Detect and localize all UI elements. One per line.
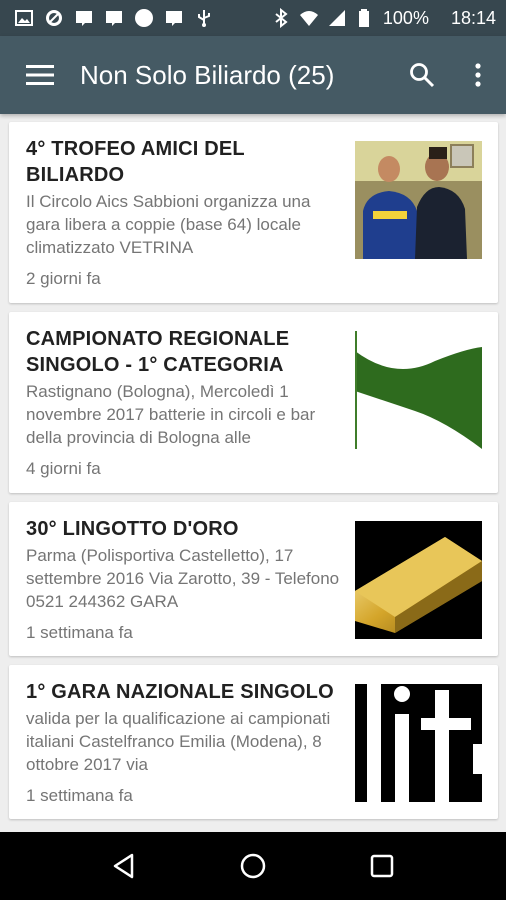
back-button[interactable]	[94, 836, 154, 896]
menu-icon	[26, 65, 54, 85]
search-button[interactable]	[394, 36, 450, 114]
article-time: 2 giorni fa	[26, 269, 101, 288]
article-time: 1 settimana fa	[26, 786, 133, 805]
article-title: CAMPIONATO REGIONALE SINGOLO - 1° CATEGO…	[26, 328, 290, 376]
article-thumbnail	[355, 684, 482, 802]
article-text: 1° GARA NAZIONALE SINGOLO valida per la …	[26, 679, 344, 776]
wifi-icon	[299, 8, 319, 28]
article-time: 4 giorni fa	[26, 459, 101, 478]
image-icon	[14, 8, 34, 28]
back-icon	[114, 853, 134, 879]
overflow-menu-button[interactable]	[450, 36, 506, 114]
article-card[interactable]: 1° GARA NAZIONALE SINGOLO valida per la …	[9, 665, 498, 819]
battery-percent: 100%	[382, 7, 429, 28]
article-text: 4° TROFEO AMICI DEL BILIARDO Il Circolo …	[26, 136, 344, 259]
article-title: 30° LINGOTTO D'ORO	[26, 518, 239, 540]
clock: 18:14	[450, 7, 496, 28]
article-description: Rastignano (Bologna), Mercoledì 1 novemb…	[26, 382, 316, 447]
article-card[interactable]: CAMPIONATO REGIONALE SINGOLO - 1° CATEGO…	[9, 312, 498, 493]
article-title: 1° GARA NAZIONALE SINGOLO	[26, 681, 334, 703]
article-text: CAMPIONATO REGIONALE SINGOLO - 1° CATEGO…	[26, 326, 344, 449]
blocked-icon	[44, 8, 64, 28]
article-time: 1 settimana fa	[26, 623, 133, 642]
message-icon	[74, 8, 94, 28]
page-title: Non Solo Biliardo (25)	[80, 59, 335, 90]
status-system: 100% 18:14	[271, 8, 496, 29]
bluetooth-icon	[271, 8, 291, 28]
article-list[interactable]: 4° TROFEO AMICI DEL BILIARDO Il Circolo …	[0, 114, 506, 832]
article-description: Il Circolo Aics Sabbioni organizza una g…	[26, 192, 311, 257]
recents-icon	[370, 854, 393, 878]
status-bar: 100% 18:14	[0, 0, 506, 36]
home-button[interactable]	[223, 836, 283, 896]
status-notifications	[14, 8, 271, 28]
article-card[interactable]: 4° TROFEO AMICI DEL BILIARDO Il Circolo …	[9, 122, 498, 303]
article-thumbnail	[355, 141, 482, 259]
overflow-icon	[475, 63, 481, 87]
article-title: 4° TROFEO AMICI DEL BILIARDO	[26, 138, 245, 186]
search-icon	[410, 63, 435, 88]
article-description: Parma (Polisportiva Castelletto), 17 set…	[26, 546, 340, 611]
signal-icon	[327, 8, 347, 28]
usb-icon	[194, 8, 214, 28]
circle-icon	[134, 8, 154, 28]
article-thumbnail	[355, 331, 482, 449]
navigation-bar	[0, 832, 506, 900]
article-text: 30° LINGOTTO D'ORO Parma (Polisportiva C…	[26, 516, 344, 613]
recents-button[interactable]	[352, 836, 412, 896]
app-bar: Non Solo Biliardo (25)	[0, 36, 506, 114]
article-thumbnail	[355, 521, 482, 639]
article-description: valida per la qualificazione ai campiona…	[26, 709, 331, 774]
home-icon	[240, 853, 266, 879]
article-card[interactable]: 30° LINGOTTO D'ORO Parma (Polisportiva C…	[9, 502, 498, 656]
message-icon	[164, 8, 184, 28]
battery-icon	[355, 8, 375, 28]
menu-button[interactable]	[0, 36, 80, 114]
message-icon	[104, 8, 124, 28]
